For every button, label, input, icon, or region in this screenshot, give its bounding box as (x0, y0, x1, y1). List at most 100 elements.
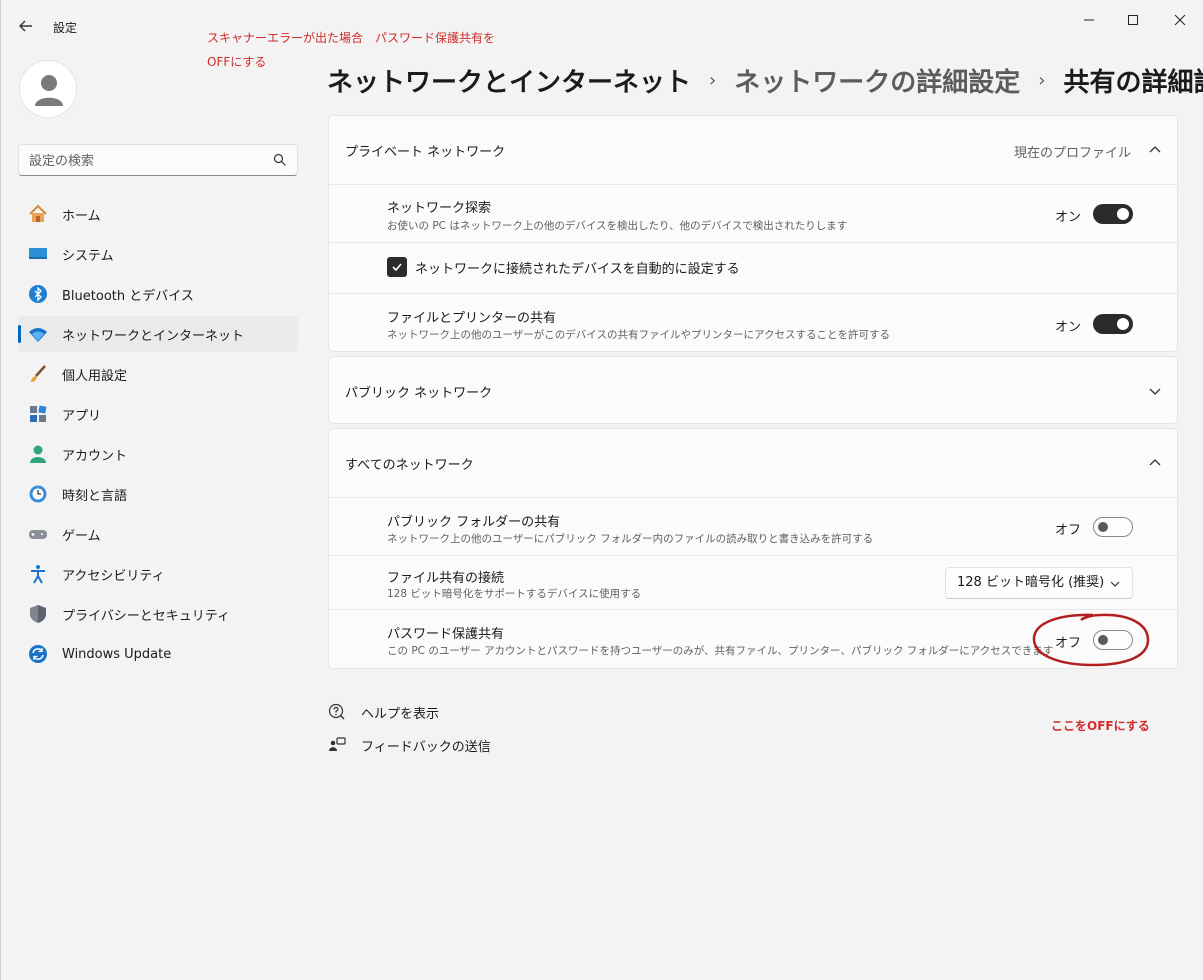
close-icon (1174, 14, 1186, 26)
file-printer-sharing-toggle[interactable] (1093, 314, 1133, 334)
sidebar-item-accounts[interactable]: アカウント (18, 436, 298, 472)
sidebar-item-label: アプリ (62, 408, 102, 424)
breadcrumb: ネットワークとインターネット › ネットワークの詳細設定 › 共有の詳細設定 (327, 60, 1203, 100)
file-sharing-connections-row: ファイル共有の接続 128 ビット暗号化をサポートするデバイスに使用する 128… (329, 555, 1177, 609)
sidebar-item-label: Bluetooth とデバイス (62, 288, 194, 304)
breadcrumb-separator: › (1038, 69, 1046, 91)
private-network-header[interactable]: プライベート ネットワーク 現在のプロファイル (329, 116, 1177, 184)
sidebar-item-label: プライバシーとセキュリティ (62, 608, 230, 624)
title-bar: 設定 (1, 0, 1203, 48)
apps-icon (28, 404, 48, 424)
public-network-title: パブリック ネットワーク (345, 385, 493, 401)
home-icon (28, 204, 48, 224)
sidebar-item-label: アクセシビリティ (62, 568, 165, 584)
sidebar-item-apps[interactable]: アプリ (18, 396, 298, 432)
page-title: 共有の詳細設定 (1063, 67, 1203, 98)
public-network-section: パブリック ネットワーク (328, 356, 1178, 424)
minimize-button[interactable] (1077, 8, 1101, 32)
auto-setup-checkbox[interactable] (387, 257, 407, 277)
minimize-icon (1084, 19, 1094, 21)
all-networks-header[interactable]: すべてのネットワーク (329, 429, 1177, 497)
help-icon (327, 702, 347, 722)
feedback-link-label: フィードバックの送信 (361, 739, 491, 755)
breadcrumb-advanced-network[interactable]: ネットワークの詳細設定 (734, 62, 1020, 99)
search-input[interactable] (29, 151, 259, 171)
sidebar-item-label: 個人用設定 (62, 368, 128, 384)
shield-icon (28, 604, 48, 624)
chevron-up-icon[interactable] (1149, 457, 1161, 469)
sidebar-item-bluetooth[interactable]: Bluetooth とデバイス (18, 276, 298, 312)
sidebar-item-label: 時刻と言語 (62, 488, 128, 504)
network-discovery-toggle[interactable] (1093, 204, 1133, 224)
settings-window: 設定 スキャナーエラーが出た場合 パスワード保護共有を OFFにする 設定の検索… (0, 0, 1203, 980)
sidebar-item-system[interactable]: システム (18, 236, 298, 272)
encryption-dropdown[interactable]: 128 ビット暗号化 (推奨) (945, 567, 1133, 599)
breadcrumb-network[interactable]: ネットワークとインターネット (327, 62, 691, 99)
sidebar-item-label: ホーム (62, 208, 101, 224)
file-sharing-connections-title: ファイル共有の接続 (387, 571, 505, 586)
chevron-down-icon (1110, 581, 1120, 587)
public-folder-sharing-state: オフ (1054, 523, 1081, 538)
breadcrumb-separator: › (709, 69, 717, 91)
account-icon (28, 444, 48, 464)
brush-icon (28, 364, 48, 384)
sidebar-item-label: ネットワークとインターネット (62, 328, 245, 344)
sidebar-item-personalization[interactable]: 個人用設定 (18, 356, 298, 392)
sidebar-item-accessibility[interactable]: アクセシビリティ (18, 556, 298, 592)
public-folder-sharing-toggle[interactable] (1093, 517, 1133, 537)
sidebar-item-label: アカウント (62, 448, 128, 464)
wifi-icon (28, 324, 48, 344)
sidebar-item-label: システム (62, 248, 114, 264)
file-printer-sharing-desc: ネットワーク上の他のユーザーがこのデバイスの共有ファイルやプリンターにアクセスす… (387, 329, 890, 341)
back-arrow-icon (19, 20, 32, 32)
file-printer-sharing-title: ファイルとプリンターの共有 (387, 311, 557, 326)
close-button[interactable] (1168, 8, 1192, 32)
annotation-circle (1032, 613, 1150, 667)
sidebar-nav: ホーム システム Bluetooth とデバイス ネットワークとインターネット … (18, 196, 298, 676)
sidebar-item-label: Windows Update (62, 646, 172, 662)
network-discovery-row: ネットワーク探索 お使いの PC はネットワーク上の他のデバイスを検出したり、他… (329, 184, 1177, 242)
public-folder-sharing-desc: ネットワーク上の他のユーザーにパブリック フォルダー内のファイルの読み取りと書き… (387, 533, 874, 545)
network-discovery-title: ネットワーク探索 (387, 201, 492, 216)
sidebar-item-time-language[interactable]: 時刻と言語 (18, 476, 298, 512)
feedback-link[interactable]: フィードバックの送信 (327, 733, 491, 757)
public-network-header[interactable]: パブリック ネットワーク (329, 357, 1177, 425)
encryption-dropdown-value: 128 ビット暗号化 (推奨) (957, 575, 1105, 590)
sidebar-item-network[interactable]: ネットワークとインターネット (18, 316, 298, 352)
password-protected-sharing-desc: この PC のユーザー アカウントとパスワードを持つユーザーのみが、共有ファイル… (387, 645, 1054, 657)
sidebar-item-gaming[interactable]: ゲーム (18, 516, 298, 552)
password-protected-sharing-title: パスワード保護共有 (387, 627, 505, 642)
network-discovery-desc: お使いの PC はネットワーク上の他のデバイスを検出したり、他のデバイスで検出さ… (387, 220, 848, 232)
file-sharing-connections-desc: 128 ビット暗号化をサポートするデバイスに使用する (387, 588, 642, 600)
sidebar-item-home[interactable]: ホーム (18, 196, 298, 232)
search-icon[interactable] (273, 153, 287, 167)
back-button[interactable] (15, 15, 37, 37)
user-icon (35, 75, 63, 106)
auto-setup-row: ネットワークに接続されたデバイスを自動的に設定する (329, 242, 1177, 293)
chevron-down-icon[interactable] (1149, 385, 1161, 397)
public-folder-sharing-title: パブリック フォルダーの共有 (387, 515, 561, 530)
file-printer-sharing-state: オン (1054, 320, 1081, 335)
accessibility-icon (28, 564, 48, 584)
gamepad-icon (28, 524, 48, 544)
bluetooth-icon (28, 284, 48, 304)
sidebar-item-label: ゲーム (62, 528, 101, 544)
public-folder-sharing-row: パブリック フォルダーの共有 ネットワーク上の他のユーザーにパブリック フォルダ… (329, 497, 1177, 555)
maximize-icon (1128, 15, 1138, 25)
app-title: 設定 (53, 21, 78, 35)
auto-setup-label: ネットワークに接続されたデバイスを自動的に設定する (415, 262, 740, 277)
maximize-button[interactable] (1121, 8, 1145, 32)
update-icon (28, 644, 48, 664)
help-link[interactable]: ヘルプを表示 (327, 700, 439, 724)
search-box[interactable] (18, 144, 298, 176)
network-discovery-state: オン (1054, 210, 1081, 225)
sidebar-item-privacy[interactable]: プライバシーとセキュリティ (18, 596, 298, 632)
system-icon (28, 244, 48, 264)
sidebar-item-windows-update[interactable]: Windows Update (18, 636, 298, 672)
help-link-label: ヘルプを表示 (361, 706, 440, 722)
avatar[interactable] (19, 60, 77, 118)
all-networks-title: すべてのネットワーク (345, 457, 474, 473)
private-network-title: プライベート ネットワーク (345, 144, 506, 160)
chevron-up-icon[interactable] (1149, 144, 1161, 156)
current-profile-label: 現在のプロファイル (1013, 146, 1131, 161)
